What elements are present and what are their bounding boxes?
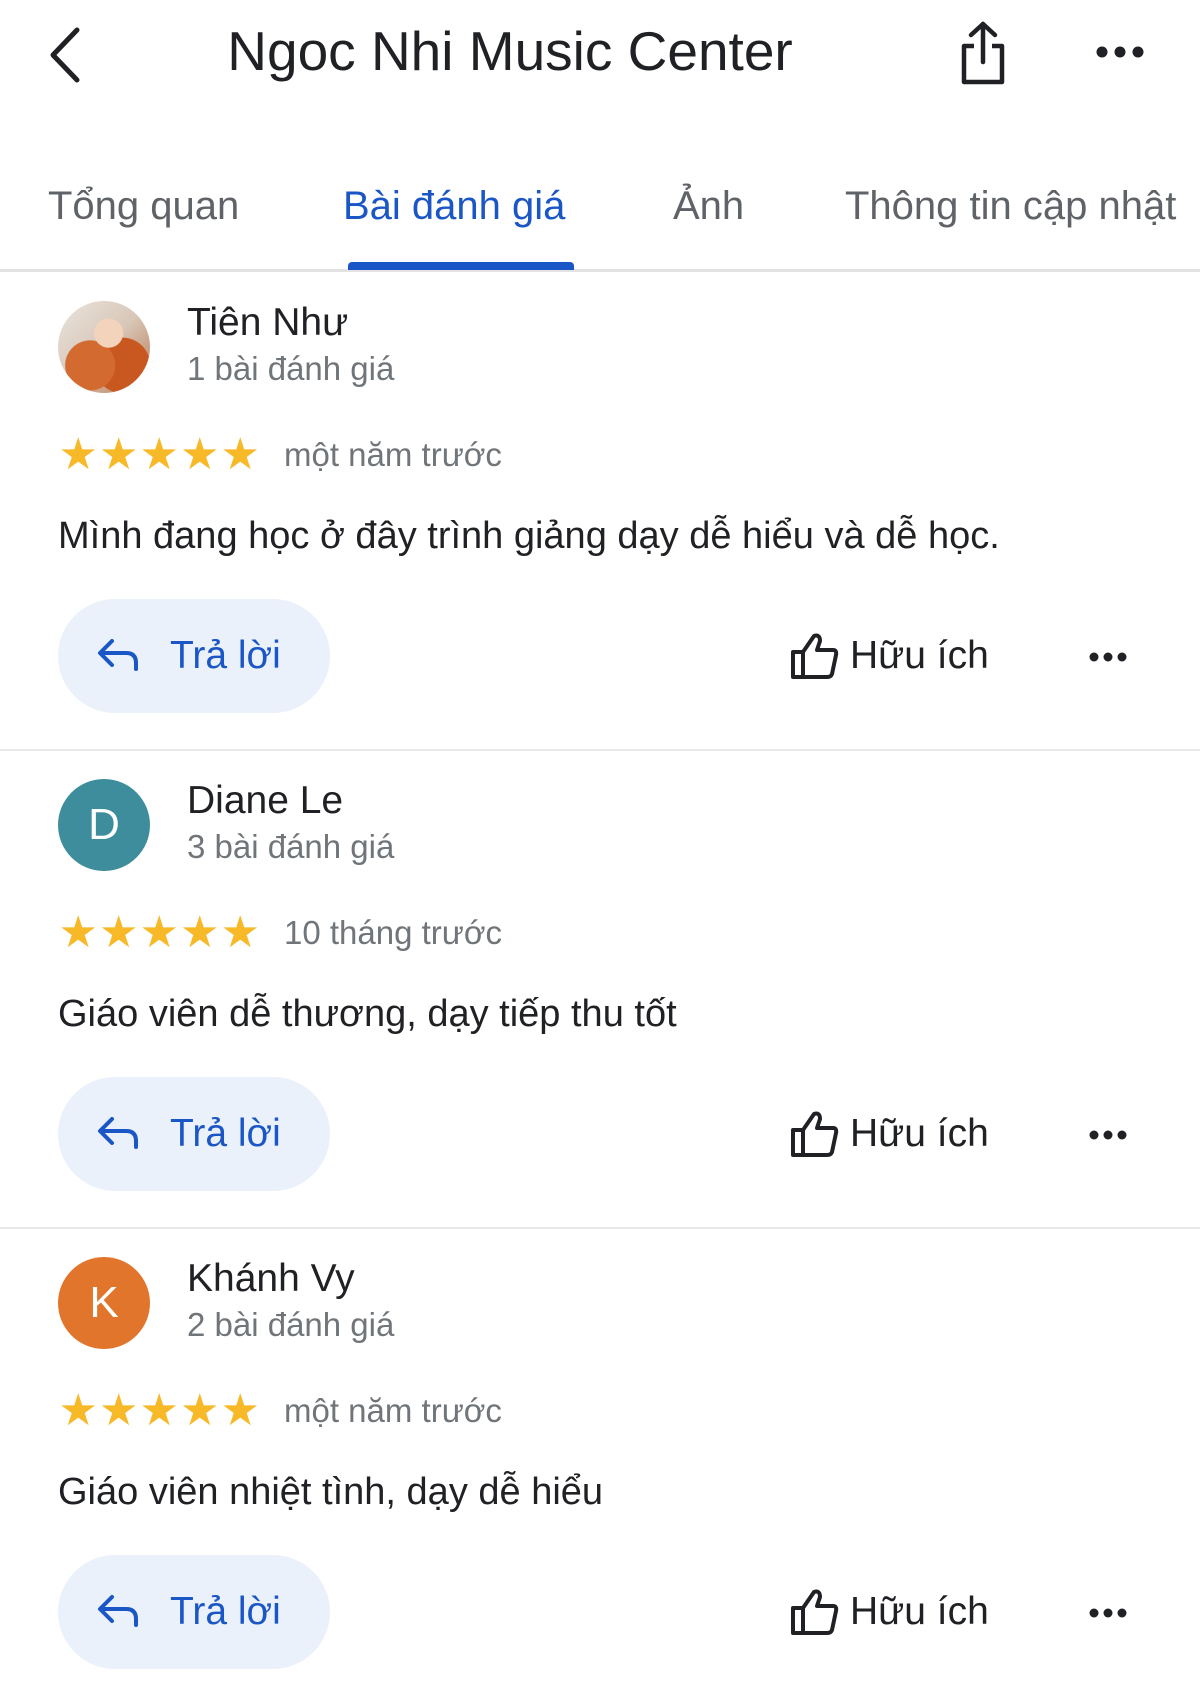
share-icon [961, 21, 1005, 85]
avatar-initial: K [89, 1278, 119, 1327]
reviewer-review-count: 1 bài đánh giá [187, 350, 395, 387]
tab-reviews[interactable]: Bài đánh giá [343, 178, 565, 234]
star-icon: ★ [220, 908, 260, 957]
reply-button[interactable]: Trả lời [58, 1077, 330, 1191]
star-icon: ★ [220, 1386, 260, 1435]
star-icon: ★ [180, 908, 220, 957]
review-text: Giáo viên dễ thương, dạy tiếp thu tốt [58, 993, 677, 1035]
back-arrow-icon [50, 27, 80, 83]
more-options-button[interactable] [1090, 26, 1150, 78]
more-icon [1089, 652, 1127, 662]
star-icon: ★ [139, 1386, 179, 1435]
star-icon: ★ [139, 430, 179, 479]
helpful-button[interactable]: Hữu ích [790, 1565, 989, 1659]
thumbs-up-icon [791, 633, 839, 679]
tab-photos[interactable]: Ảnh [673, 178, 744, 234]
helpful-label: Hữu ích [850, 634, 989, 677]
reply-icon [98, 1595, 138, 1627]
star-icon: ★ [99, 1386, 139, 1435]
review-more-button[interactable] [1080, 1107, 1136, 1163]
review-time: 10 tháng trước [284, 914, 503, 951]
reviewer-review-count: 3 bài đánh giá [187, 828, 395, 865]
helpful-label: Hữu ích [850, 1590, 989, 1633]
avatar[interactable]: K [58, 1257, 150, 1349]
reviewer-name[interactable]: Diane Le [187, 775, 343, 827]
reviewer-review-count: 2 bài đánh giá [187, 1306, 395, 1343]
review-text: Mình đang học ở đây trình giảng dạy dễ h… [58, 515, 1000, 557]
reply-button[interactable]: Trả lời [58, 1555, 330, 1669]
review-more-button[interactable] [1080, 1585, 1136, 1641]
avatar[interactable]: D [58, 779, 150, 871]
reply-button[interactable]: Trả lời [58, 599, 330, 713]
helpful-button[interactable]: Hữu ích [790, 1087, 989, 1181]
share-button[interactable] [950, 14, 1016, 92]
review-card: Tiên Như 1 bài đánh giá ★ ★ ★ ★ ★ một nă… [0, 273, 1200, 751]
reply-label: Trả lời [170, 1590, 281, 1633]
page-title: Ngoc Nhi Music Center [227, 20, 793, 82]
top-bar: Ngoc Nhi Music Center [0, 0, 1200, 110]
more-icon [1089, 1608, 1127, 1618]
star-rating: ★ ★ ★ ★ ★ [58, 909, 261, 957]
reply-label: Trả lời [170, 634, 281, 677]
star-icon: ★ [99, 908, 139, 957]
star-icon: ★ [58, 908, 98, 957]
reply-icon [98, 639, 138, 671]
more-icon [1089, 1130, 1127, 1140]
review-card: D Diane Le 3 bài đánh giá ★ ★ ★ ★ ★ 10 t… [0, 751, 1200, 1229]
star-icon: ★ [58, 1386, 98, 1435]
avatar-initial: D [88, 800, 120, 849]
helpful-label: Hữu ích [850, 1112, 989, 1155]
star-rating: ★ ★ ★ ★ ★ [58, 1387, 261, 1435]
star-icon: ★ [58, 430, 98, 479]
star-icon: ★ [99, 430, 139, 479]
avatar[interactable] [58, 301, 150, 393]
reviewer-name[interactable]: Tiên Như [187, 297, 348, 349]
star-icon: ★ [180, 430, 220, 479]
review-time: một năm trước [284, 1392, 502, 1429]
tab-bar: Tổng quan Bài đánh giá Ảnh Thông tin cập… [0, 150, 1200, 272]
review-card: K Khánh Vy 2 bài đánh giá ★ ★ ★ ★ ★ một … [0, 1229, 1200, 1692]
active-tab-indicator [348, 262, 574, 270]
star-icon: ★ [220, 430, 260, 479]
thumbs-up-icon [791, 1589, 839, 1635]
review-text: Giáo viên nhiệt tình, dạy dễ hiểu [58, 1471, 604, 1513]
tab-updates[interactable]: Thông tin cập nhật [845, 178, 1176, 234]
star-rating: ★ ★ ★ ★ ★ [58, 431, 261, 479]
review-more-button[interactable] [1080, 629, 1136, 685]
reply-icon [98, 1117, 138, 1149]
star-icon: ★ [139, 908, 179, 957]
reply-label: Trả lời [170, 1112, 281, 1155]
reviewer-name[interactable]: Khánh Vy [187, 1253, 355, 1305]
tab-overview[interactable]: Tổng quan [48, 178, 239, 234]
star-icon: ★ [180, 1386, 220, 1435]
helpful-button[interactable]: Hữu ích [790, 609, 989, 703]
back-button[interactable] [40, 20, 90, 90]
review-time: một năm trước [284, 436, 502, 473]
more-icon [1096, 46, 1144, 58]
thumbs-up-icon [791, 1111, 839, 1157]
